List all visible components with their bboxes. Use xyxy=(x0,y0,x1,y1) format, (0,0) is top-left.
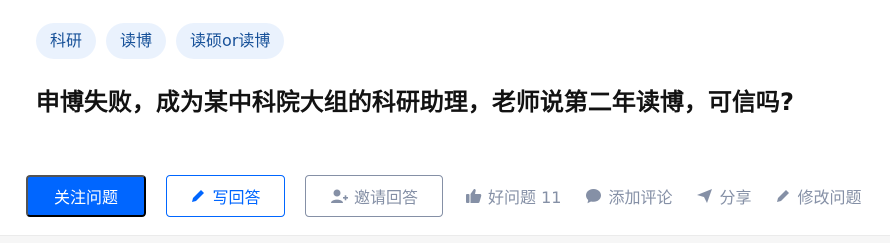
edit-icon xyxy=(777,190,790,202)
invite-answer-label: 邀请回答 xyxy=(353,190,418,207)
comment-icon xyxy=(586,189,602,204)
follow-question-button[interactable]: 关注问题 xyxy=(26,175,146,217)
topic-tag-research[interactable]: 科研 xyxy=(36,23,97,59)
topic-tag-phd[interactable]: 读博 xyxy=(106,23,167,59)
section-divider xyxy=(0,235,890,243)
add-comment-button[interactable]: 添加评论 xyxy=(585,175,672,217)
thumbs-up-icon xyxy=(466,189,482,203)
invite-answer-button[interactable]: 邀请回答 xyxy=(305,175,443,217)
follow-question-label: 关注问题 xyxy=(53,190,118,207)
question-actions: 关注问题 写回答 邀请回答 好问题 11 添加评论 分享 修改问题 xyxy=(26,175,890,217)
share-label: 分享 xyxy=(719,188,752,207)
good-question-label: 好问题 11 xyxy=(488,188,562,207)
pencil-icon xyxy=(192,190,205,202)
share-icon xyxy=(697,189,713,203)
add-user-icon xyxy=(330,189,348,203)
share-button[interactable]: 分享 xyxy=(696,175,751,217)
edit-question-label: 修改问题 xyxy=(797,188,862,207)
write-answer-label: 写回答 xyxy=(212,190,261,207)
edit-question-button[interactable]: 修改问题 xyxy=(775,175,862,217)
write-answer-button[interactable]: 写回答 xyxy=(166,175,285,217)
topic-tag-master-or-phd[interactable]: 读硕or读博 xyxy=(176,23,285,59)
topic-tags: 科研 读博 读硕or读博 xyxy=(36,23,285,59)
add-comment-label: 添加评论 xyxy=(608,188,673,207)
question-title: 申博失败，成为某中科院大组的科研助理，老师说第二年读博，可信吗? xyxy=(36,88,794,116)
good-question-button[interactable]: 好问题 11 xyxy=(465,175,561,217)
